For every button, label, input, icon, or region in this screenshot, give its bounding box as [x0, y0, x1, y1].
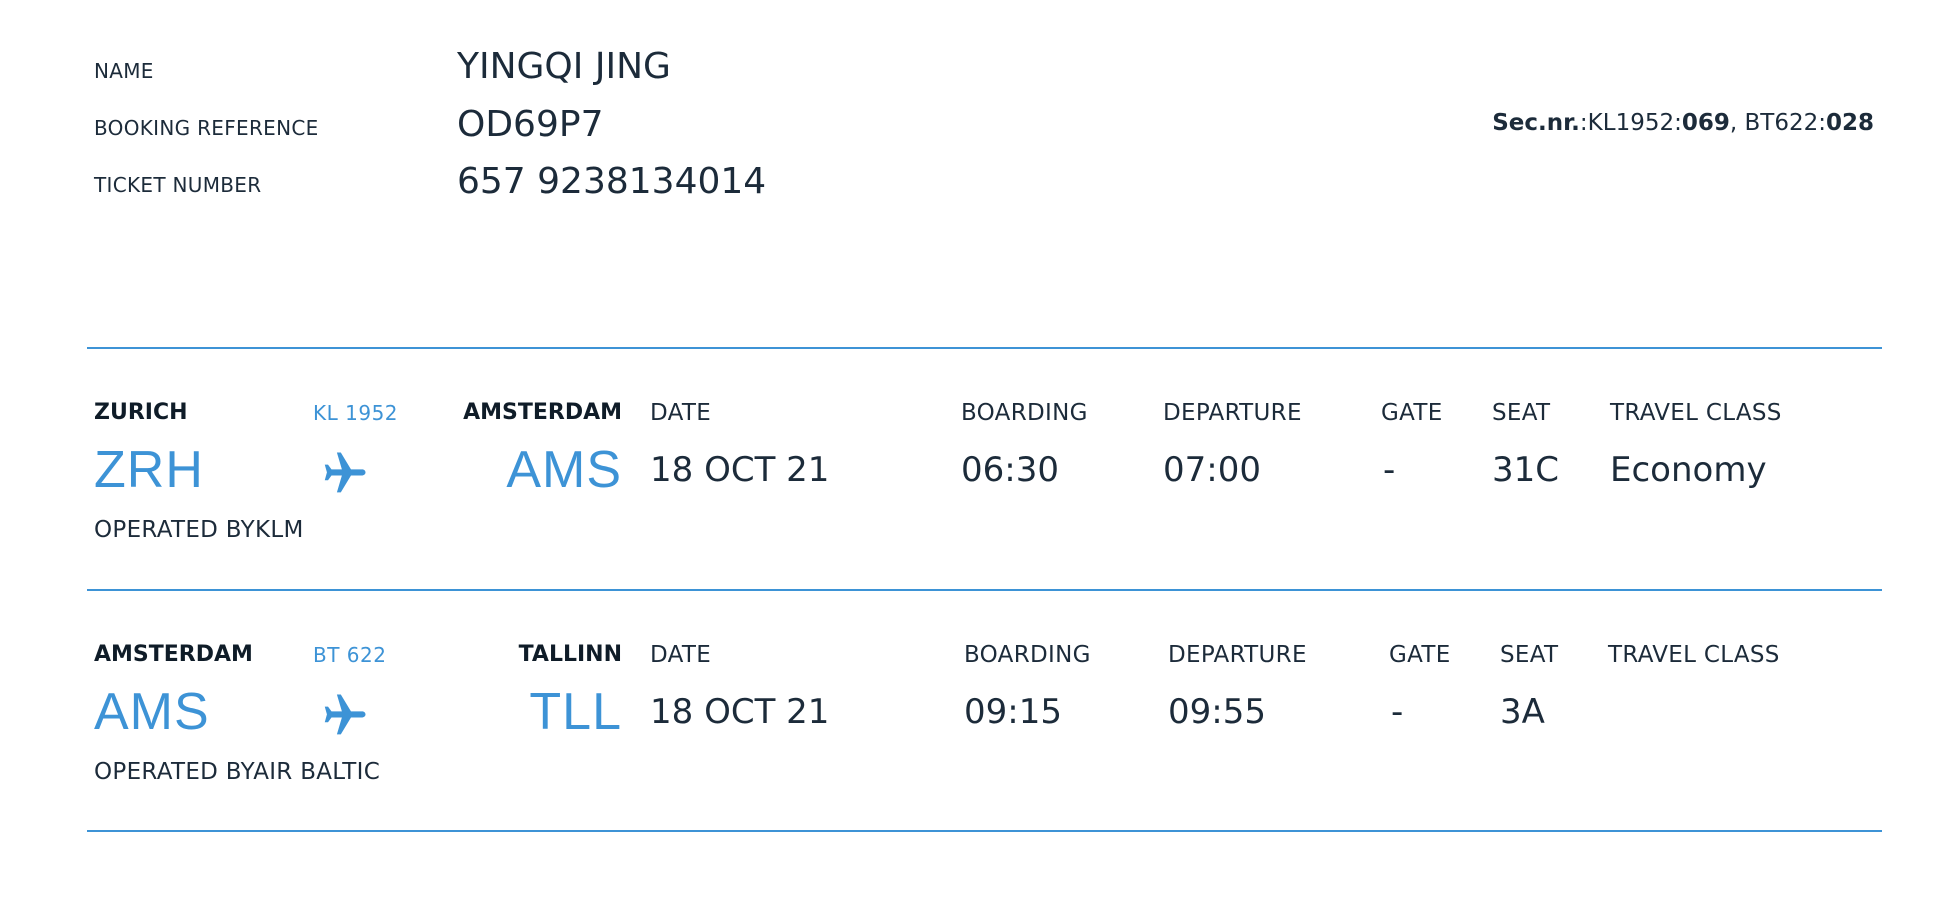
destination-city: AMSTERDAM — [463, 400, 622, 425]
separator-line — [87, 589, 1882, 591]
origin-city: AMSTERDAM — [94, 642, 253, 667]
airplane-icon — [320, 446, 372, 498]
date-value: 18 OCT 21 — [650, 692, 830, 732]
ticket-number-label: TICKET NUMBER — [94, 173, 262, 197]
operated-by: OPERATED BYAIR BALTIC — [94, 759, 381, 785]
sec-nr-separator: : — [1818, 110, 1826, 136]
sec-nr-flight2-seq: 028 — [1825, 110, 1874, 136]
flight-number: KL 1952 — [313, 401, 399, 425]
travel-class-label: TRAVEL CLASS — [1608, 642, 1780, 668]
gate-value: - — [1383, 450, 1396, 490]
seat-value: 3A — [1500, 692, 1545, 732]
gate-label: GATE — [1381, 400, 1443, 426]
sec-nr-flight2-code: BT622 — [1744, 110, 1819, 136]
gate-label: GATE — [1389, 642, 1451, 668]
operated-by: OPERATED BYKLM — [94, 517, 304, 543]
flight-number: BT 622 — [313, 643, 387, 667]
origin-city: ZURICH — [94, 400, 188, 425]
destination-code: AMS — [506, 441, 622, 499]
date-value: 18 OCT 21 — [650, 450, 830, 490]
departure-time: 07:00 — [1163, 450, 1261, 490]
passenger-name: YINGQI JING — [457, 46, 671, 87]
travel-class-label: TRAVEL CLASS — [1610, 400, 1782, 426]
destination-city: TALLINN — [518, 642, 622, 667]
ticket-number-value: 657 9238134014 — [457, 161, 767, 202]
destination-code: TLL — [529, 683, 622, 741]
seat-label: SEAT — [1492, 400, 1551, 426]
boarding-label: BOARDING — [964, 642, 1091, 668]
departure-label: DEPARTURE — [1168, 642, 1307, 668]
sec-nr-comma: , — [1729, 110, 1745, 136]
security-numbers: Sec.nr.:KL1952:069, BT622:028 — [1492, 110, 1874, 136]
departure-time: 09:55 — [1168, 692, 1266, 732]
sec-nr-flight1-code: KL1952 — [1587, 110, 1675, 136]
boarding-label: BOARDING — [961, 400, 1088, 426]
sec-nr-separator: : — [1674, 110, 1682, 136]
date-label: DATE — [650, 642, 712, 668]
gate-value: - — [1391, 692, 1404, 732]
date-label: DATE — [650, 400, 712, 426]
sec-nr-flight1-seq: 069 — [1681, 110, 1730, 136]
seat-value: 31C — [1492, 450, 1560, 490]
departure-label: DEPARTURE — [1163, 400, 1302, 426]
seat-label: SEAT — [1500, 642, 1559, 668]
travel-class-value: Economy — [1610, 450, 1767, 490]
boarding-time: 06:30 — [961, 450, 1059, 490]
booking-reference-value: OD69P7 — [457, 104, 604, 145]
origin-code: AMS — [94, 683, 210, 741]
boarding-time: 09:15 — [964, 692, 1062, 732]
name-label: NAME — [94, 59, 154, 83]
separator-line — [87, 347, 1882, 349]
airplane-icon — [320, 688, 372, 740]
sec-nr-label: Sec.nr. — [1492, 110, 1580, 136]
origin-code: ZRH — [94, 441, 204, 499]
booking-reference-label: BOOKING REFERENCE — [94, 116, 319, 140]
sec-nr-separator: : — [1579, 110, 1588, 136]
separator-line — [87, 830, 1882, 832]
